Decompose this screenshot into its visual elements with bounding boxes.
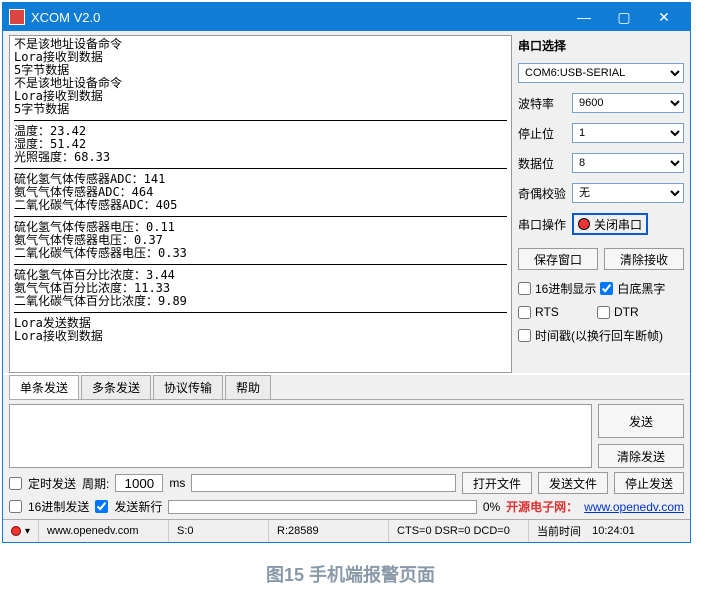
timed-send-label: 定时发送 xyxy=(28,475,76,492)
titlebar: XCOM V2.0 — ▢ ✕ xyxy=(3,3,690,31)
statusbar: ▾ www.openedv.com S:0 R:28589 CTS=0 DSR=… xyxy=(3,519,690,542)
rts-label: RTS xyxy=(535,305,575,319)
ms-label: ms xyxy=(169,476,185,490)
clear-receive-button[interactable]: 清除接收 xyxy=(604,248,684,270)
op-label: 串口操作 xyxy=(518,216,568,233)
parity-select[interactable]: 无 xyxy=(572,183,684,203)
hex-send-checkbox[interactable] xyxy=(9,500,22,513)
period-label: 周期: xyxy=(82,475,109,492)
stop-label: 停止位 xyxy=(518,125,568,142)
timestamp-checkbox[interactable] xyxy=(518,329,531,342)
status-time-label: 当前时间 xyxy=(537,523,581,539)
stop-send-button[interactable]: 停止发送 xyxy=(614,472,684,494)
app-window: XCOM V2.0 — ▢ ✕ 不是该地址设备命令Lora接收到数据5字节数据不… xyxy=(2,2,691,543)
status-url[interactable]: www.openedv.com xyxy=(47,525,139,537)
open-file-button[interactable]: 打开文件 xyxy=(462,472,532,494)
white-bg-checkbox[interactable] xyxy=(600,282,613,295)
send-newline-checkbox[interactable] xyxy=(95,500,108,513)
minimize-button[interactable]: — xyxy=(564,5,604,29)
parity-label: 奇偶校验 xyxy=(518,185,568,202)
website-link[interactable]: www.openedv.com xyxy=(584,500,684,514)
maximize-button[interactable]: ▢ xyxy=(604,5,644,29)
status-sent: S:0 xyxy=(177,525,194,537)
status-recv: R:28589 xyxy=(277,525,319,537)
port-section-title: 串口选择 xyxy=(518,35,684,56)
stop-select[interactable]: 1 xyxy=(572,123,684,143)
tabs: 单条发送 多条发送 协议传输 帮助 xyxy=(9,375,684,400)
window-title: XCOM V2.0 xyxy=(31,10,564,25)
progress-bar xyxy=(168,500,476,514)
send-button[interactable]: 发送 xyxy=(598,404,684,438)
send-textarea[interactable] xyxy=(9,404,592,468)
data-label: 数据位 xyxy=(518,155,568,172)
close-port-button[interactable]: 关闭串口 xyxy=(572,213,648,235)
send-newline-label: 发送新行 xyxy=(114,498,162,515)
timestamp-label: 时间戳(以换行回车断帧) xyxy=(535,327,663,344)
tab-single-send[interactable]: 单条发送 xyxy=(9,375,79,399)
dtr-checkbox[interactable] xyxy=(597,306,610,319)
app-icon xyxy=(9,9,25,25)
dropdown-icon[interactable]: ▾ xyxy=(25,526,30,537)
white-bg-label: 白底黑字 xyxy=(617,280,665,297)
tab-multi-send[interactable]: 多条发送 xyxy=(81,375,151,399)
port-select[interactable]: COM6:USB-SERIAL xyxy=(518,63,684,83)
dtr-label: DTR xyxy=(614,305,639,319)
close-button[interactable]: ✕ xyxy=(644,5,684,29)
settings-panel: 串口选择 COM6:USB-SERIAL 波特率 9600 停止位 1 数据位 … xyxy=(518,35,684,373)
hex-display-checkbox[interactable] xyxy=(518,282,531,295)
baud-label: 波特率 xyxy=(518,95,568,112)
tab-protocol[interactable]: 协议传输 xyxy=(153,375,223,399)
timed-send-checkbox[interactable] xyxy=(9,477,22,490)
link-prefix: 开源电子网： xyxy=(506,498,578,515)
file-path-input[interactable] xyxy=(191,474,456,492)
record-icon xyxy=(578,218,590,230)
baud-select[interactable]: 9600 xyxy=(572,93,684,113)
send-file-button[interactable]: 发送文件 xyxy=(538,472,608,494)
clear-send-button[interactable]: 清除发送 xyxy=(598,444,684,468)
progress-label: 0% xyxy=(483,500,500,514)
period-input[interactable] xyxy=(115,474,163,492)
close-port-label: 关闭串口 xyxy=(594,216,642,233)
data-select[interactable]: 8 xyxy=(572,153,684,173)
hex-display-label: 16进制显示 xyxy=(535,280,596,297)
tab-help[interactable]: 帮助 xyxy=(225,375,271,399)
status-cts: CTS=0 DSR=0 DCD=0 xyxy=(397,525,510,537)
status-time: 10:24:01 xyxy=(592,525,635,537)
hex-send-label: 16进制发送 xyxy=(28,498,89,515)
rts-checkbox[interactable] xyxy=(518,306,531,319)
receive-textarea[interactable]: 不是该地址设备命令Lora接收到数据5字节数据不是该地址设备命令Lora接收到数… xyxy=(9,35,512,373)
figure-caption: 图15 手机端报警页面 xyxy=(0,561,701,587)
save-window-button[interactable]: 保存窗口 xyxy=(518,248,598,270)
status-dot-icon xyxy=(11,526,21,536)
